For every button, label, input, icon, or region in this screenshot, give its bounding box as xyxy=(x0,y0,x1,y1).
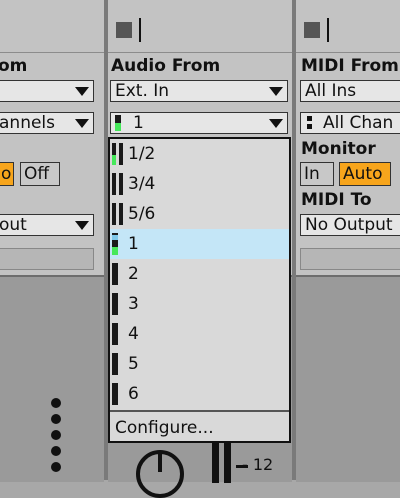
volume-fader-track[interactable] xyxy=(212,443,219,483)
channel-menu-item[interactable]: 5 xyxy=(110,349,289,379)
volume-scale-label: - 12 xyxy=(242,455,274,474)
volume-fader-track xyxy=(224,443,231,483)
midi-to-select[interactable]: No Output xyxy=(300,214,400,236)
chevron-down-icon xyxy=(75,87,89,96)
midi-from-select[interactable]: All Ins xyxy=(300,80,400,102)
midi-to-value: No Output xyxy=(305,215,393,235)
channel-menu-item-label: 1 xyxy=(128,234,139,254)
midi-track-header xyxy=(296,0,400,53)
midi-channel-icon xyxy=(307,116,312,130)
chevron-down-icon xyxy=(269,87,283,96)
channel-menu-item-label: 1/2 xyxy=(128,144,156,164)
channel-menu-item-label: 4 xyxy=(128,324,139,344)
audio-from-value: Ext. In xyxy=(115,81,170,101)
meter-dot xyxy=(51,414,61,424)
left-output-select[interactable]: out xyxy=(0,214,94,236)
configure-menu-item[interactable]: Configure... xyxy=(110,414,289,442)
channel-menu-item[interactable]: 4 xyxy=(110,319,289,349)
monitor-heading: Monitor xyxy=(301,139,376,159)
channel-menu-item[interactable]: 3/4 xyxy=(110,169,289,199)
stereo-meter-icon xyxy=(112,199,126,229)
channel-menu-item-label: 5/6 xyxy=(128,204,156,224)
track-divider-icon xyxy=(327,18,329,42)
menu-separator xyxy=(110,410,289,412)
midi-from-value: All Ins xyxy=(305,81,357,101)
channel-menu-item[interactable]: 6 xyxy=(110,379,289,409)
meter-dot xyxy=(51,430,61,440)
audio-from-select[interactable]: Ext. In xyxy=(110,80,288,102)
mono-meter-icon xyxy=(112,319,126,349)
audio-from-heading: Audio From xyxy=(111,56,221,76)
left-input-type-heading: om xyxy=(0,56,28,76)
chevron-down-icon xyxy=(75,221,89,230)
meter-dot xyxy=(51,446,61,456)
channel-menu-item[interactable]: 1 xyxy=(110,229,289,259)
left-output-channel-select[interactable] xyxy=(0,248,94,270)
mono-meter-icon xyxy=(112,379,126,409)
chevron-down-icon xyxy=(269,119,283,128)
track-activator-icon[interactable] xyxy=(116,22,132,38)
midi-mixer-section xyxy=(296,275,400,482)
monitor-auto-button[interactable]: Auto xyxy=(339,162,391,186)
stereo-meter-icon xyxy=(112,169,126,199)
left-monitor-off-button[interactable]: Off xyxy=(20,162,60,186)
mono-meter-icon xyxy=(112,289,126,319)
channel-menu-item-label: 3 xyxy=(128,294,139,314)
midi-from-heading: MIDI From xyxy=(301,56,399,76)
configure-label: Configure... xyxy=(115,418,214,438)
chevron-down-icon xyxy=(75,119,89,128)
left-input-type-select[interactable] xyxy=(0,80,94,102)
input-channel-dropdown: Configure... 1/2 3/4 5/6 1 2 3 4 5 6 xyxy=(108,137,291,443)
channel-menu-item[interactable]: 2 xyxy=(110,259,289,289)
stereo-meter-icon xyxy=(112,139,126,169)
track-divider-icon xyxy=(139,18,141,42)
audio-from-channel-select[interactable]: 1 xyxy=(110,112,288,134)
audio-from-channel-value: 1 xyxy=(133,113,144,133)
midi-to-heading: MIDI To xyxy=(301,190,372,210)
meter-dot xyxy=(51,398,61,408)
left-track-strip: om annels o Off out xyxy=(0,0,104,482)
left-monitor-auto-button[interactable]: o xyxy=(0,162,14,186)
left-output-value: out xyxy=(0,215,27,235)
pan-knob[interactable] xyxy=(136,450,184,498)
channel-menu-item-label: 3/4 xyxy=(128,174,156,194)
channel-menu-item[interactable]: 5/6 xyxy=(110,199,289,229)
meter-dot xyxy=(51,462,61,472)
channel-menu-item-label: 6 xyxy=(128,384,139,404)
monitor-in-button[interactable]: In xyxy=(300,162,334,186)
input-meter-icon xyxy=(115,115,121,131)
midi-to-channel-select[interactable] xyxy=(300,248,400,270)
left-track-header xyxy=(0,0,104,53)
audio-track-header xyxy=(108,0,292,53)
channel-menu-item[interactable]: 1/2 xyxy=(110,139,289,169)
midi-from-channel-value: All Chan xyxy=(323,113,394,133)
mono-meter-icon xyxy=(112,259,126,289)
channel-menu-item-label: 2 xyxy=(128,264,139,284)
midi-from-channel-select[interactable]: All Chan xyxy=(300,112,400,134)
left-input-channel-select[interactable]: annels xyxy=(0,112,94,134)
channel-menu-item-label: 5 xyxy=(128,354,139,374)
left-input-channel-value: annels xyxy=(0,113,56,133)
mono-meter-icon xyxy=(112,229,126,259)
mono-meter-icon xyxy=(112,349,126,379)
channel-menu-item[interactable]: 3 xyxy=(110,289,289,319)
midi-track-strip: MIDI From All Ins All Chan Monitor In Au… xyxy=(296,0,400,482)
track-activator-icon[interactable] xyxy=(304,22,320,38)
